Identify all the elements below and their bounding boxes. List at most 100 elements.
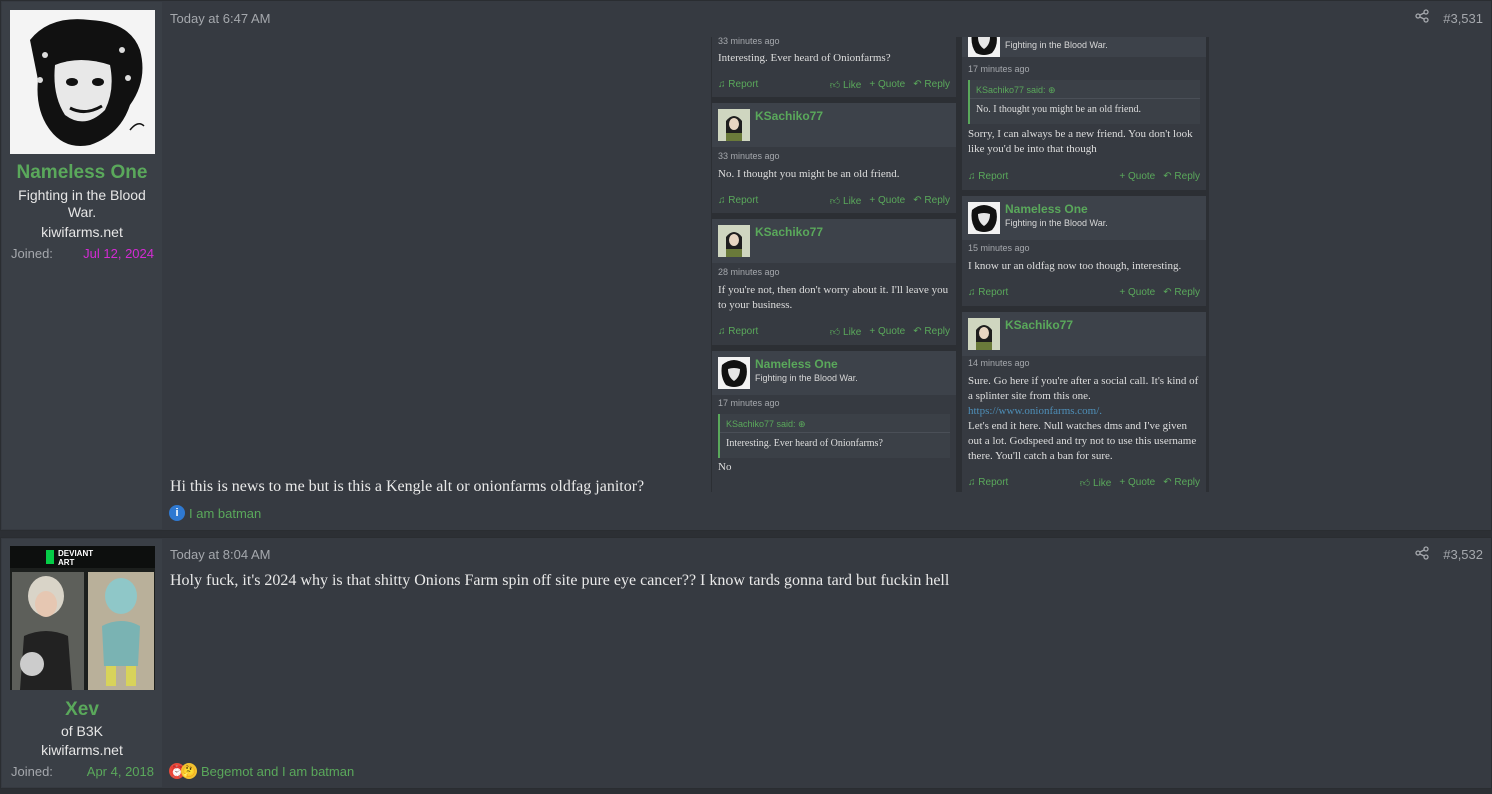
quote-link[interactable]: + Quote [1119, 287, 1155, 298]
message-card: Nameless One Fighting in the Blood War. … [962, 196, 1206, 306]
message-body: If you're not, then don't worry about it… [718, 284, 949, 311]
svg-text:DEVIANT: DEVIANT [58, 549, 93, 558]
share-icon[interactable] [1415, 9, 1429, 26]
user-site: kiwifarms.net [41, 742, 123, 758]
post-3532: DEVIANT ART Xev of B3K kiwifarms.net Joi… [0, 537, 1492, 789]
joined-label: Joined: [11, 246, 53, 261]
share-icon[interactable] [1415, 546, 1429, 563]
reply-link[interactable]: ↶ Reply [913, 79, 950, 91]
like-link[interactable]: 👍︎ Like [830, 195, 862, 207]
embedded-screenshot[interactable]: 33 minutes ago Interesting. Ever heard o… [711, 37, 1209, 492]
message-author[interactable]: Nameless One [755, 357, 838, 371]
post-time[interactable]: Today at 6:47 AM [170, 11, 270, 26]
nameless-avatar[interactable] [968, 202, 1000, 234]
quote-attribution[interactable]: KSachiko77 said: ⊕ [976, 85, 1056, 96]
like-link[interactable]: 👍︎ Like [830, 79, 862, 91]
post-number[interactable]: #3,531 [1443, 11, 1483, 26]
message-actions: ♫ Report 👍︎ Like + Quote ↶ Reply [968, 477, 1200, 489]
avatar[interactable]: DEVIANT ART [10, 546, 155, 690]
message-author[interactable]: Nameless One [1005, 202, 1088, 216]
report-link[interactable]: ♫ Report [968, 287, 1111, 298]
onionfarms-link[interactable]: https://www.onionfarms.com/. [968, 405, 1102, 417]
post-body: Holy fuck, it's 2024 why is that shitty … [170, 572, 950, 589]
reply-link[interactable]: ↶ Reply [913, 195, 950, 207]
message-time: 33 minutes ago [718, 151, 780, 161]
username[interactable]: Xev [2, 699, 162, 721]
report-link[interactable]: ♫ Report [718, 326, 822, 338]
like-link[interactable]: 👍︎ Like [1080, 477, 1112, 489]
user-title: Fighting in the Blood War. [18, 187, 146, 220]
post-3531: Nameless One Fighting in the Blood War. … [0, 0, 1492, 531]
post-body: Hi this is news to me but is this a Keng… [170, 478, 645, 495]
thinking-face-icon: 🤔 [181, 763, 197, 779]
message-time: 33 minutes ago [718, 37, 780, 46]
reactions-text[interactable]: I am batman [189, 506, 261, 521]
report-link[interactable]: ♫ Report [968, 477, 1072, 489]
message-actions: ♫ Report 👍︎ Like + Quote ↶ Reply [718, 195, 950, 207]
nameless-avatar[interactable] [968, 37, 1000, 57]
joined-label: Joined: [11, 764, 53, 779]
svg-text:ART: ART [58, 558, 75, 567]
quote-link[interactable]: + Quote [1119, 477, 1155, 489]
report-link[interactable]: ♫ Report [718, 195, 822, 207]
message-time: 15 minutes ago [968, 243, 1030, 253]
ksachiko-avatar[interactable] [718, 225, 750, 257]
post-number[interactable]: #3,532 [1443, 547, 1483, 562]
message-time: 14 minutes ago [968, 358, 1030, 368]
message-actions: ♫ Report 👍︎ Like + Quote ↶ Reply [718, 79, 950, 91]
quote-attribution[interactable]: KSachiko77 said: ⊕ [726, 419, 806, 430]
message-author[interactable]: KSachiko77 [755, 225, 823, 239]
user-pane: Nameless One Fighting in the Blood War. … [2, 2, 162, 529]
post-time[interactable]: Today at 8:04 AM [170, 547, 270, 562]
joined-date: Jul 12, 2024 [83, 246, 154, 261]
reply-link[interactable]: ↶ Reply [1163, 477, 1200, 489]
info-icon: i [169, 505, 185, 521]
message-author-title: Fighting in the Blood War. [1005, 218, 1108, 228]
quote-link[interactable]: + Quote [869, 326, 905, 338]
message-actions: ♫ Report + Quote ↶ Reply [968, 171, 1200, 182]
message-body: No [718, 461, 732, 473]
quote-link[interactable]: + Quote [1119, 171, 1155, 182]
quote-link[interactable]: + Quote [869, 195, 905, 207]
reactions-bar[interactable]: ⏰ 🤔 Begemot and I am batman [169, 763, 354, 779]
quote-block: KSachiko77 said: ⊕ No. I thought you mig… [968, 80, 1200, 124]
quote-body: Interesting. Ever heard of Onionfarms? [726, 438, 883, 449]
message-author[interactable]: KSachiko77 [755, 109, 823, 123]
quote-link[interactable]: + Quote [869, 79, 905, 91]
message-author[interactable]: KSachiko77 [1005, 318, 1073, 332]
message-actions: ♫ Report 👍︎ Like + Quote ↶ Reply [718, 326, 950, 338]
message-actions: ♫ Report + Quote ↶ Reply [968, 287, 1200, 298]
reply-link[interactable]: ↶ Reply [1163, 287, 1200, 298]
reply-link[interactable]: ↶ Reply [913, 326, 950, 338]
message-body: I know ur an oldfag now too though, inte… [968, 260, 1182, 272]
message-body: Interesting. Ever heard of Onionfarms? [718, 52, 891, 64]
report-link[interactable]: ♫ Report [968, 171, 1111, 182]
reactions-text[interactable]: Begemot and I am batman [201, 764, 354, 779]
reply-link[interactable]: ↶ Reply [1163, 171, 1200, 182]
joined-date: Apr 4, 2018 [86, 764, 154, 779]
message-author-title: Fighting in the Blood War. [755, 373, 858, 383]
message-card: KSachiko77 28 minutes ago If you're not,… [712, 219, 956, 345]
report-link[interactable]: ♫ Report [718, 79, 822, 91]
reactions-bar[interactable]: i I am batman [169, 505, 261, 521]
message-body: Sorry, I can always be a new friend. You… [968, 128, 1193, 155]
message-card: KSachiko77 33 minutes ago No. I thought … [712, 103, 956, 213]
ksachiko-avatar[interactable] [968, 318, 1000, 350]
message-card: Fighting in the Blood War. 17 minutes ag… [962, 37, 1206, 190]
quote-body: No. I thought you might be an old friend… [976, 104, 1141, 115]
message-author-title: Fighting in the Blood War. [1005, 40, 1108, 50]
username[interactable]: Nameless One [2, 162, 162, 184]
message-body: No. I thought you might be an old friend… [718, 168, 900, 180]
message-card: 33 minutes ago Interesting. Ever heard o… [712, 37, 956, 97]
user-pane: DEVIANT ART Xev of B3K kiwifarms.net Joi… [2, 539, 162, 787]
message-time: 17 minutes ago [968, 64, 1030, 74]
user-site: kiwifarms.net [41, 224, 123, 240]
like-link[interactable]: 👍︎ Like [830, 326, 862, 338]
message-card: Nameless One Fighting in the Blood War. … [712, 351, 956, 492]
message-time: 28 minutes ago [718, 267, 780, 277]
user-title: of B3K [60, 723, 104, 739]
ksachiko-avatar[interactable] [718, 109, 750, 141]
avatar[interactable] [10, 10, 155, 154]
message-card: KSachiko77 14 minutes ago Sure. Go here … [962, 312, 1206, 492]
nameless-avatar[interactable] [718, 357, 750, 389]
